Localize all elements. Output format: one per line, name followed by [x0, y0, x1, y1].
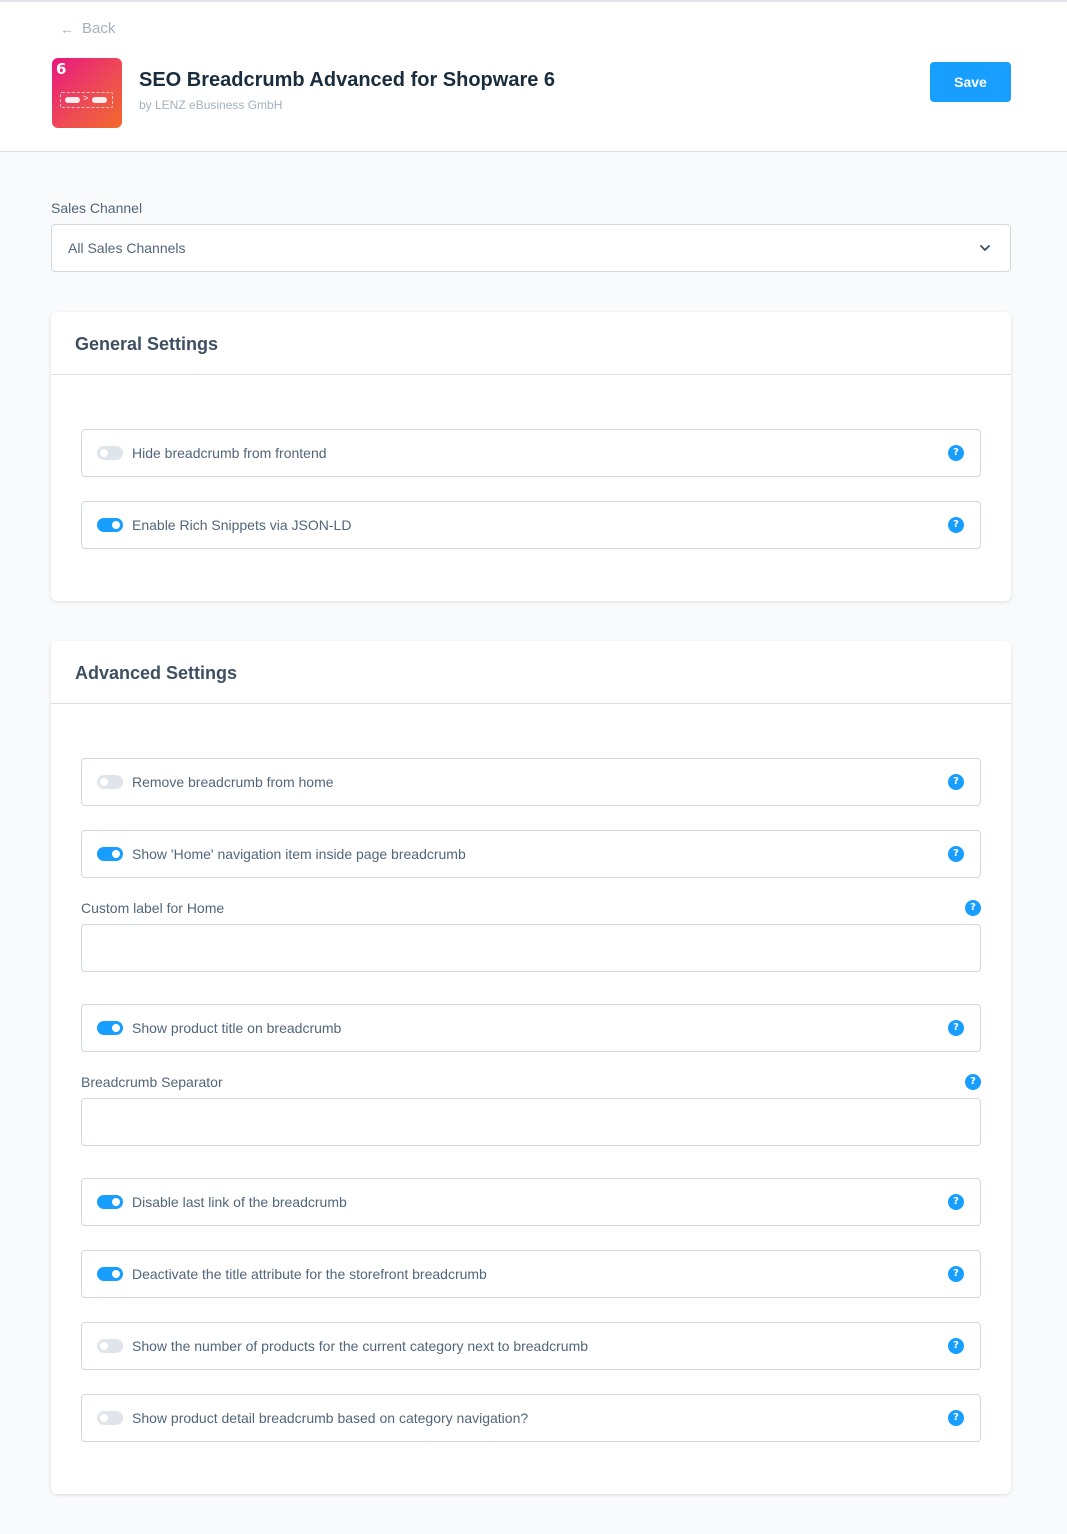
- switch-label: Hide breadcrumb from frontend: [132, 445, 327, 461]
- plugin-vendor: by LENZ eBusiness GmbH: [139, 98, 283, 112]
- custom-home-label-label: Custom label for Home: [81, 900, 225, 916]
- help-icon[interactable]: ?: [948, 1410, 964, 1426]
- switch-label: Show product title on breadcrumb: [132, 1020, 342, 1036]
- sales-channel-label: Sales Channel: [51, 200, 143, 216]
- toggle-switch[interactable]: [97, 1267, 123, 1281]
- switch-label: Enable Rich Snippets via JSON-LD: [132, 517, 352, 533]
- switch-label: Deactivate the title attribute for the s…: [132, 1266, 487, 1282]
- breadcrumb-separator-input[interactable]: [81, 1098, 981, 1146]
- back-label: Back: [82, 20, 116, 37]
- sales-channel-select[interactable]: All Sales Channels: [51, 224, 1011, 272]
- divider: [51, 374, 1011, 375]
- toggle-switch[interactable]: [97, 847, 123, 861]
- breadcrumb-glyph-icon: >: [60, 92, 113, 108]
- switch-field: Disable last link of the breadcrumb ?: [81, 1178, 981, 1226]
- help-icon[interactable]: ?: [948, 846, 964, 862]
- card-title: General Settings: [75, 334, 219, 354]
- help-icon[interactable]: ?: [948, 1266, 964, 1282]
- arrow-left-icon: ←: [60, 20, 74, 37]
- help-icon[interactable]: ?: [948, 1020, 964, 1036]
- help-icon[interactable]: ?: [965, 900, 981, 916]
- toggle-switch[interactable]: [97, 446, 123, 460]
- toggle-switch[interactable]: [97, 1021, 123, 1035]
- switch-label: Remove breadcrumb from home: [132, 774, 334, 790]
- advanced-settings-card: Advanced Settings Remove breadcrumb from…: [51, 641, 1011, 1494]
- help-icon[interactable]: ?: [948, 1338, 964, 1354]
- back-link[interactable]: ← Back: [60, 20, 115, 37]
- general-settings-card: General Settings Hide breadcrumb from fr…: [51, 312, 1011, 601]
- help-icon[interactable]: ?: [948, 1194, 964, 1210]
- card-title: Advanced Settings: [75, 663, 238, 683]
- switch-field: Enable Rich Snippets via JSON-LD ?: [81, 501, 981, 549]
- switch-label: Show product detail breadcrumb based on …: [132, 1410, 529, 1426]
- sales-channel-value: All Sales Channels: [68, 240, 186, 256]
- save-button[interactable]: Save: [930, 62, 1011, 102]
- toggle-switch[interactable]: [97, 1339, 123, 1353]
- switch-label: Show the number of products for the curr…: [132, 1338, 589, 1354]
- switch-field: Deactivate the title attribute for the s…: [81, 1250, 981, 1298]
- toggle-switch[interactable]: [97, 1411, 123, 1425]
- toggle-switch[interactable]: [97, 775, 123, 789]
- plugin-logo: 6 >: [52, 58, 122, 128]
- switch-field: Remove breadcrumb from home ?: [81, 758, 981, 806]
- help-icon[interactable]: ?: [965, 1074, 981, 1090]
- custom-home-label-input[interactable]: [81, 924, 981, 972]
- page-title: SEO Breadcrumb Advanced for Shopware 6: [139, 69, 556, 91]
- breadcrumb-separator-label: Breadcrumb Separator: [81, 1074, 223, 1090]
- switch-field: Show 'Home' navigation item inside page …: [81, 830, 981, 878]
- help-icon[interactable]: ?: [948, 445, 964, 461]
- divider: [51, 703, 1011, 704]
- help-icon[interactable]: ?: [948, 774, 964, 790]
- switch-field: Show the number of products for the curr…: [81, 1322, 981, 1370]
- switch-label: Show 'Home' navigation item inside page …: [132, 846, 466, 862]
- toggle-switch[interactable]: [97, 518, 123, 532]
- chevron-down-icon: [980, 245, 990, 251]
- switch-field: Show product detail breadcrumb based on …: [81, 1394, 981, 1442]
- switch-field: Hide breadcrumb from frontend ?: [81, 429, 981, 477]
- switch-label: Disable last link of the breadcrumb: [132, 1194, 347, 1210]
- page-header: ← Back 6 > SEO Breadcrumb Advanced for S…: [0, 0, 1067, 152]
- toggle-switch[interactable]: [97, 1195, 123, 1209]
- switch-field: Show product title on breadcrumb ?: [81, 1004, 981, 1052]
- help-icon[interactable]: ?: [948, 517, 964, 533]
- plugin-logo-number: 6: [56, 60, 67, 78]
